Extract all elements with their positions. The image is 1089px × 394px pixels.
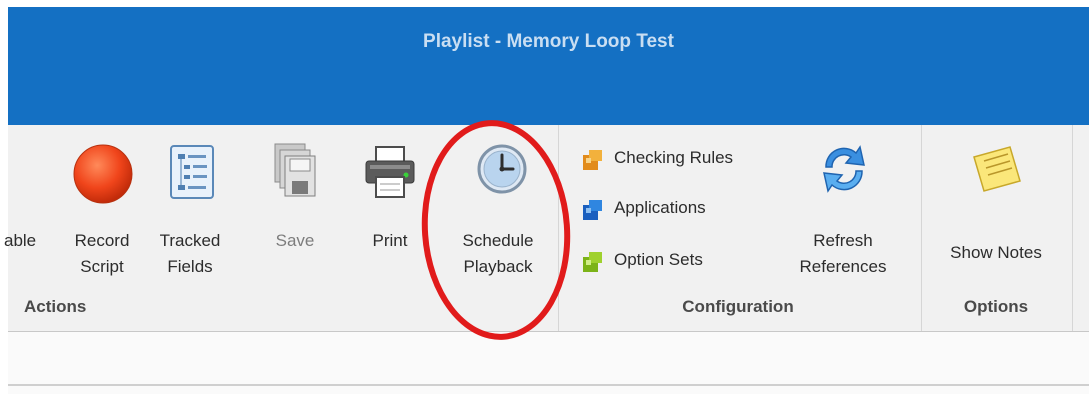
group-divider-2 (921, 125, 922, 331)
group-divider-1 (558, 125, 559, 331)
record-label-2: Script (80, 257, 124, 276)
schedule-playback-button[interactable]: Schedule Playback (448, 139, 548, 289)
group-label-options: Options (963, 297, 1029, 316)
schedule-label-1: Schedule (462, 231, 534, 250)
tree-document-icon (170, 145, 214, 199)
refresh-label-1: Refresh (813, 231, 873, 250)
record-label-1: Record (74, 231, 130, 250)
option-sets-label: Option Sets (614, 250, 703, 269)
tracked-label-2: Fields (167, 257, 213, 276)
sticky-note-icon (973, 146, 1021, 192)
schedule-label-2: Playback (463, 257, 533, 276)
group-label-configuration: Configuration (682, 297, 794, 316)
puzzle-blue-icon (583, 200, 602, 220)
save-button[interactable]: Save (266, 139, 324, 289)
print-button[interactable]: Print (360, 139, 420, 289)
refresh-references-button[interactable]: Refresh References (778, 139, 908, 289)
printer-icon (365, 146, 415, 198)
puzzle-orange-icon (583, 150, 602, 170)
partial-button[interactable]: able (4, 229, 42, 259)
save-label: Save (275, 231, 315, 250)
option-sets-button[interactable]: Option Sets (582, 250, 772, 277)
show-notes-button[interactable]: Show Notes (928, 139, 1064, 289)
group-label-actions: Actions (24, 297, 87, 316)
window-title: Playlist - Memory Loop Test (423, 31, 674, 52)
title-bar: Playlist - Memory Loop Test (8, 7, 1089, 125)
tracked-fields-button[interactable]: Tracked Fields (154, 139, 226, 289)
record-circle-icon (73, 144, 133, 204)
show-notes-label: Show Notes (950, 243, 1042, 262)
refresh-arrows-icon (823, 145, 865, 193)
clock-icon (477, 144, 527, 194)
save-stack-icon (274, 143, 316, 197)
applications-button[interactable]: Applications (582, 198, 772, 225)
applications-label: Applications (614, 198, 706, 217)
content-divider (8, 384, 1089, 386)
refresh-label-2: References (799, 257, 887, 276)
puzzle-green-icon (583, 252, 602, 272)
group-divider-3 (1072, 125, 1073, 331)
ribbon: able Record Script Tracked Fields Save P… (4, 125, 1089, 332)
checking-rules-button[interactable]: Checking Rules (582, 148, 772, 175)
tracked-label-1: Tracked (159, 231, 221, 250)
checking-rules-label: Checking Rules (614, 148, 734, 167)
print-label: Print (372, 231, 408, 250)
record-script-button[interactable]: Record Script (64, 139, 140, 289)
partial-button-label: able (4, 231, 37, 250)
